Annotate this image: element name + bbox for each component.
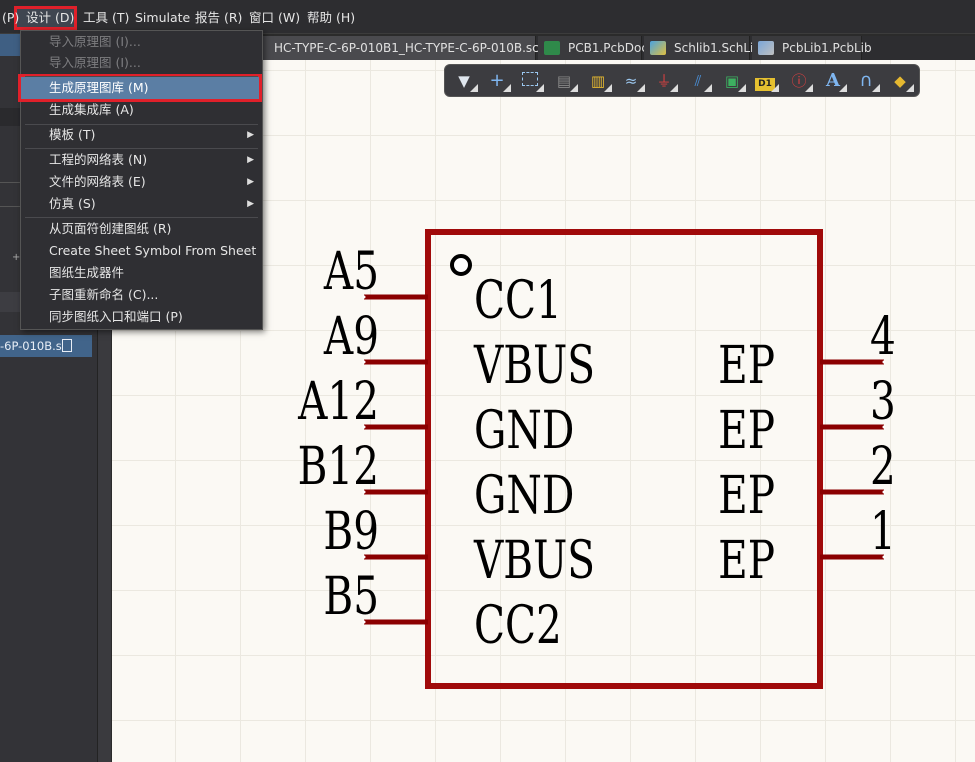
pin-number: B9	[323, 501, 379, 561]
pin-name: GND	[474, 465, 574, 525]
pin-name: VBUS	[473, 335, 595, 395]
menu-item-simulate[interactable]: 仿真 (S) ▶	[21, 193, 262, 215]
submenu-arrow-icon: ▶	[247, 199, 254, 209]
design-dropdown-menu: 导入原理图 (I)... 导入原理图 (I)... 生成原理图库 (M) 生成集…	[18, 30, 263, 330]
filter-icon[interactable]: ▼	[453, 71, 478, 92]
pin-number: 2	[870, 436, 896, 496]
pin-name: VBUS	[473, 530, 595, 590]
align-icon[interactable]: ▤	[553, 71, 578, 92]
harness-icon[interactable]: ▣	[721, 71, 746, 92]
menu-item-import-schematic-2[interactable]: 导入原理图 (I)...	[21, 52, 262, 74]
menu-item-make-schematic-library[interactable]: 生成原理图库 (M)	[21, 77, 262, 99]
pin-number: 3	[870, 371, 896, 431]
menu-item-sheet-to-component[interactable]: 图纸生成器件	[21, 262, 262, 284]
pin-number: A5	[323, 241, 379, 301]
menu-item-make-integrated-library[interactable]: 生成集成库 (A)	[21, 99, 262, 121]
menu-item-sync-sheet-entries[interactable]: 同步图纸入口和端口 (P)	[21, 306, 262, 328]
menu-item-create-sheet-from-symbol[interactable]: 从页面符创建图纸 (R)	[21, 218, 262, 240]
pin-name: EP	[718, 465, 775, 525]
submenu-arrow-icon: ▶	[247, 177, 254, 187]
menu-item-project-netlist[interactable]: 工程的网络表 (N) ▶	[21, 149, 262, 171]
menu-item-document-netlist[interactable]: 文件的网络表 (E) ▶	[21, 171, 262, 193]
pin-number: B12	[298, 436, 379, 496]
menu-item-rename-child-sheet[interactable]: 子图重新命名 (C)...	[21, 284, 262, 306]
text-icon[interactable]: A	[822, 71, 847, 92]
parameter-icon[interactable]: ⓘ	[788, 71, 813, 92]
pin-number: 1	[870, 501, 896, 561]
right-pins: 4 EP 3 EP 2 EP 1 EP	[718, 306, 896, 590]
select-rect-icon[interactable]	[519, 71, 544, 92]
pin1-marker	[450, 254, 472, 276]
port-icon[interactable]: D1	[754, 71, 779, 92]
pin-name: EP	[718, 530, 775, 590]
left-pins: A5 CC1 A9 VBUS A12 GND B12 GND B9 VBUS B5 CC2	[297, 241, 595, 655]
schematic-toolbar: ▼ + ▤ ▥ ≈ ⏚ ⫽ ▣ D1 ⓘ A ∩ ◆	[444, 64, 920, 97]
crosshair-icon[interactable]: +	[486, 71, 511, 92]
wire-icon[interactable]: ≈	[620, 71, 645, 92]
arc-icon[interactable]: ∩	[855, 71, 880, 92]
menu-item-create-symbol-from-sheet[interactable]: Create Sheet Symbol From Sheet	[21, 240, 262, 262]
component-icon[interactable]: ▥	[587, 71, 612, 92]
pin-name: EP	[718, 335, 775, 395]
submenu-arrow-icon: ▶	[247, 155, 254, 165]
pin-name: EP	[718, 400, 775, 460]
pin-4[interactable]: 4 EP	[718, 306, 896, 395]
ground-icon[interactable]: ⏚	[653, 71, 678, 92]
pin-number: 4	[870, 306, 896, 366]
junction-icon[interactable]: ◆	[889, 71, 914, 92]
pin-number: A12	[297, 371, 379, 431]
pin-number: A9	[323, 306, 379, 366]
pin-name: GND	[474, 400, 574, 460]
pin-name: CC2	[474, 595, 562, 655]
bus-icon[interactable]: ⫽	[687, 71, 712, 92]
submenu-arrow-icon: ▶	[247, 130, 254, 140]
menu-item-import-schematic[interactable]: 导入原理图 (I)...	[21, 31, 262, 53]
pin-number: B5	[323, 566, 379, 626]
menu-item-templates[interactable]: 模板 (T) ▶	[21, 124, 262, 146]
pin-name: CC1	[474, 270, 562, 330]
